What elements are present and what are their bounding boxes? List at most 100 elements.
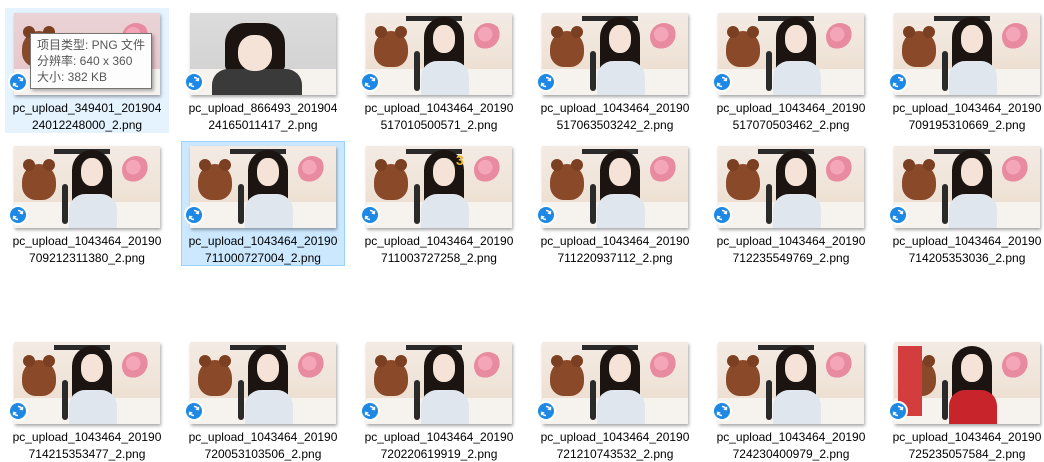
- file-name: pc_upload_1043464_20190 714215353477_2.pn…: [6, 429, 168, 462]
- file-name-line-2: 714205353036_2.png: [908, 251, 1026, 265]
- file-name-line-2: 709195310669_2.png: [908, 118, 1026, 132]
- sync-icon: [184, 205, 204, 225]
- file-item[interactable]: pc_upload_1043464_20190 714205353036_2.pn…: [885, 141, 1044, 266]
- sync-icon: [8, 72, 28, 92]
- file-name: pc_upload_1043464_20190 709195310669_2.pn…: [886, 100, 1044, 134]
- file-name-line-2: 24165011417_2.png: [208, 118, 318, 132]
- sync-icon: [360, 401, 380, 421]
- file-name-line-1: pc_upload_1043464_20190: [716, 101, 866, 115]
- file-name-line-1: pc_upload_1043464_20190: [716, 430, 866, 444]
- file-item[interactable]: pc_upload_1043464_20190 709195310669_2.pn…: [885, 8, 1044, 133]
- file-thumbnail: [366, 13, 512, 95]
- tooltip-line-type: 项目类型: PNG 文件: [37, 38, 146, 52]
- file-name-line-1: pc_upload_866493_201904: [188, 101, 338, 115]
- file-name-line-1: pc_upload_1043464_20190: [716, 234, 866, 248]
- file-name: pc_upload_1043464_20190 721210743532_2.pn…: [534, 429, 696, 462]
- sync-icon: [888, 401, 908, 421]
- file-thumbnail: [542, 146, 688, 228]
- sync-icon: [712, 205, 732, 225]
- thumbnail-overlay-text: 3: [456, 152, 464, 168]
- file-name: pc_upload_349401_201904 24012248000_2.png: [6, 100, 168, 134]
- file-name-line-1: pc_upload_1043464_20190: [188, 430, 338, 444]
- file-name: pc_upload_1043464_20190 714205353036_2.pn…: [886, 233, 1044, 267]
- file-name-line-2: 517063503242_2.png: [556, 118, 674, 132]
- file-name-line-1: pc_upload_1043464_20190: [540, 101, 690, 115]
- file-thumbnail: [542, 13, 688, 95]
- file-name: pc_upload_1043464_20190 517070503462_2.pn…: [710, 100, 872, 134]
- file-name: pc_upload_1043464_20190 720053103506_2.pn…: [182, 429, 344, 462]
- sync-icon: [8, 205, 28, 225]
- file-thumbnail: [894, 146, 1040, 228]
- file-name-line-2: 517010500571_2.png: [380, 118, 498, 132]
- file-item[interactable]: pc_upload_1043464_20190 711000727004_2.pn…: [181, 141, 345, 266]
- file-thumbnail: [366, 342, 512, 424]
- sync-icon: [712, 401, 732, 421]
- file-name: pc_upload_1043464_20190 711220937112_2.pn…: [534, 233, 696, 267]
- file-item[interactable]: pc_upload_1043464_20190 712235549769_2.pn…: [709, 141, 873, 266]
- file-item[interactable]: pc_upload_1043464_20190 725235057584_2.pn…: [885, 337, 1044, 462]
- file-thumbnail: [718, 13, 864, 95]
- file-name-line-1: pc_upload_1043464_20190: [364, 101, 514, 115]
- file-item[interactable]: pc_upload_1043464_20190 721210743532_2.pn…: [533, 337, 697, 462]
- sync-icon: [8, 401, 28, 421]
- file-name: pc_upload_866493_201904 24165011417_2.png: [182, 100, 344, 134]
- file-thumbnail: 3: [366, 146, 512, 228]
- sync-icon: [536, 72, 556, 92]
- file-thumbnail: [190, 342, 336, 424]
- file-name-line-2: 711000727004_2.png: [205, 251, 321, 265]
- file-name-line-2: 711003727258_2.png: [381, 251, 497, 265]
- sync-icon: [536, 401, 556, 421]
- sync-icon: [184, 72, 204, 92]
- file-item[interactable]: pc_upload_1043464_20190 720053103506_2.pn…: [181, 337, 345, 462]
- file-name: pc_upload_1043464_20190 712235549769_2.pn…: [710, 233, 872, 267]
- file-name-line-2: 720220619919_2.png: [380, 447, 498, 461]
- file-item[interactable]: pc_upload_866493_201904 24165011417_2.png: [181, 8, 345, 133]
- file-name-line-2: 724230400979_2.png: [732, 447, 850, 461]
- file-name-line-2: 720053103506_2.png: [204, 447, 322, 461]
- file-name-line-1: pc_upload_1043464_20190: [12, 430, 162, 444]
- file-name-line-1: pc_upload_1043464_20190: [12, 234, 162, 248]
- file-name: pc_upload_1043464_20190 724230400979_2.pn…: [710, 429, 872, 462]
- file-item[interactable]: 3 pc_upload_1043464_20190 711003727258_2.p…: [357, 141, 521, 266]
- file-name: pc_upload_1043464_20190 711000727004_2.pn…: [182, 233, 344, 267]
- file-thumbnail: [190, 146, 336, 228]
- file-name-line-1: pc_upload_1043464_20190: [892, 101, 1042, 115]
- file-name-line-2: 24012248000_2.png: [31, 118, 143, 132]
- file-name: pc_upload_1043464_20190 711003727258_2.pn…: [358, 233, 520, 267]
- file-item[interactable]: pc_upload_1043464_20190 711220937112_2.pn…: [533, 141, 697, 266]
- file-thumbnail: [14, 342, 160, 424]
- file-item[interactable]: pc_upload_1043464_20190 724230400979_2.pn…: [709, 337, 873, 462]
- file-thumbnail: [718, 146, 864, 228]
- sync-icon: [888, 205, 908, 225]
- file-name-line-2: 721210743532_2.png: [556, 447, 674, 461]
- file-thumbnail: [190, 13, 336, 95]
- file-item[interactable]: pc_upload_1043464_20190 720220619919_2.pn…: [357, 337, 521, 462]
- sync-icon: [184, 401, 204, 421]
- file-item[interactable]: pc_upload_1043464_20190 517070503462_2.pn…: [709, 8, 873, 133]
- sync-icon: [712, 72, 732, 92]
- file-item[interactable]: pc_upload_1043464_20190 714215353477_2.pn…: [5, 337, 169, 462]
- file-name-line-1: pc_upload_1043464_20190: [188, 234, 338, 248]
- file-name-line-1: pc_upload_1043464_20190: [892, 234, 1042, 248]
- file-name-line-2: 714215353477_2.png: [28, 447, 146, 461]
- tooltip-line-resolution: 分辨率: 640 x 360: [37, 54, 133, 68]
- file-name-line-2: 709212311380_2.png: [29, 251, 145, 265]
- file-name: pc_upload_1043464_20190 720220619919_2.pn…: [358, 429, 520, 462]
- file-name-line-2: 712235549769_2.png: [732, 251, 850, 265]
- file-name-line-2: 725235057584_2.png: [908, 447, 1026, 461]
- file-name: pc_upload_1043464_20190 725235057584_2.pn…: [886, 429, 1044, 462]
- file-thumbnail: [718, 342, 864, 424]
- file-thumbnail: [894, 13, 1040, 95]
- file-item[interactable]: pc_upload_1043464_20190 709212311380_2.pn…: [5, 141, 169, 266]
- file-name: pc_upload_1043464_20190 709212311380_2.pn…: [6, 233, 168, 267]
- file-item[interactable]: pc_upload_1043464_20190 517010500571_2.pn…: [357, 8, 521, 133]
- file-thumbnail: [542, 342, 688, 424]
- file-info-tooltip: 项目类型: PNG 文件 分辨率: 640 x 360 大小: 382 KB: [30, 33, 153, 89]
- file-name-line-2: 517070503462_2.png: [732, 118, 850, 132]
- sync-icon: [360, 72, 380, 92]
- file-item[interactable]: pc_upload_1043464_20190 517063503242_2.pn…: [533, 8, 697, 133]
- file-name-line-1: pc_upload_1043464_20190: [892, 430, 1042, 444]
- file-name-line-1: pc_upload_1043464_20190: [364, 234, 514, 248]
- tooltip-line-size: 大小: 382 KB: [37, 70, 108, 84]
- file-name-line-1: pc_upload_1043464_20190: [364, 430, 514, 444]
